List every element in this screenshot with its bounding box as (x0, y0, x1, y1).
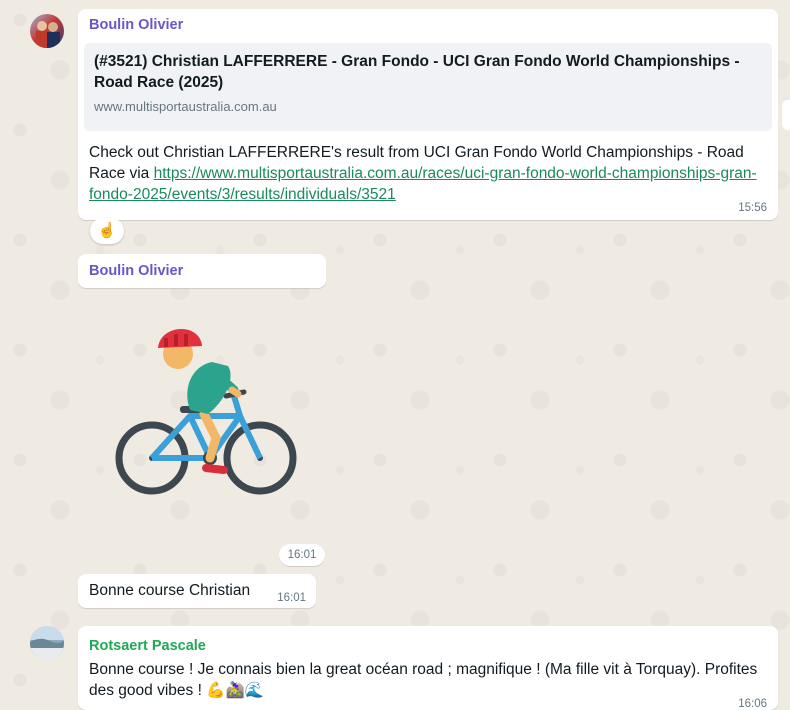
avatar-landscape-icon (30, 626, 64, 660)
sender-name[interactable]: Boulin Olivier (89, 16, 183, 35)
sticker-time: 16:01 (279, 544, 325, 566)
message-link[interactable]: https://www.multisportaustralia.com.au/r… (89, 165, 757, 203)
scroll-handle[interactable] (782, 100, 790, 130)
message-time: 15:56 (738, 202, 767, 214)
sender-name[interactable]: Boulin Olivier (89, 262, 183, 281)
message-time: 16:01 (277, 592, 306, 604)
message-text: Bonne course Christian (89, 582, 251, 599)
sender-avatar[interactable] (30, 626, 64, 660)
link-preview-title: (#3521) Christian LAFFERRERE - Gran Fond… (94, 53, 740, 91)
message-bubble[interactable]: Boulin Olivier (#3521) Christian LAFFERR… (78, 9, 778, 220)
sender-avatar[interactable] (30, 14, 64, 48)
avatar-photo-icon (36, 21, 60, 48)
link-preview[interactable]: (#3521) Christian LAFFERRERE - Gran Fond… (84, 43, 772, 131)
message-bubble[interactable]: Rotsaert Pascale Bonne course ! Je conna… (78, 626, 778, 710)
sender-name[interactable]: Rotsaert Pascale (89, 637, 206, 656)
cyclist-sticker[interactable] (112, 318, 308, 498)
message-text: Check out Christian LAFFERRERE's result … (89, 142, 759, 205)
sender-name-bubble: Boulin Olivier (78, 254, 326, 288)
link-preview-domain: www.multisportaustralia.com.au (94, 99, 277, 114)
message-text: Bonne course ! Je connais bien la great … (89, 661, 758, 699)
reaction-badge[interactable]: ☝️ (90, 218, 124, 244)
message-time: 16:06 (738, 698, 767, 710)
message-bubble[interactable]: Bonne course Christian 16:01 (78, 574, 316, 608)
cyclist-sticker-icon (115, 328, 297, 495)
